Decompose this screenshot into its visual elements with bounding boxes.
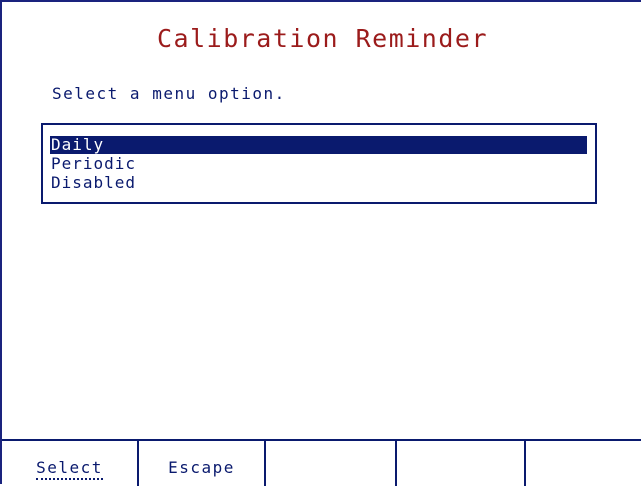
select-softkey[interactable]: Select	[2, 441, 139, 486]
escape-softkey-label: Escape	[168, 458, 235, 477]
escape-softkey[interactable]: Escape	[139, 441, 266, 486]
menu-item-disabled[interactable]: Disabled	[50, 174, 136, 192]
menu-item-periodic[interactable]: Periodic	[50, 155, 136, 173]
softkey-3[interactable]	[266, 441, 397, 486]
softkey-bar: Select Escape	[2, 439, 641, 486]
softkey-5[interactable]	[526, 441, 641, 486]
softkey-4[interactable]	[397, 441, 526, 486]
calibration-reminder-screen: Calibration Reminder Select a menu optio…	[0, 0, 641, 486]
instruction-text: Select a menu option.	[52, 84, 286, 103]
menu-item-daily[interactable]: Daily	[50, 136, 587, 154]
page-title: Calibration Reminder	[156, 24, 489, 53]
select-softkey-label: Select	[36, 458, 103, 480]
menu-list: Daily Periodic Disabled	[41, 123, 597, 204]
